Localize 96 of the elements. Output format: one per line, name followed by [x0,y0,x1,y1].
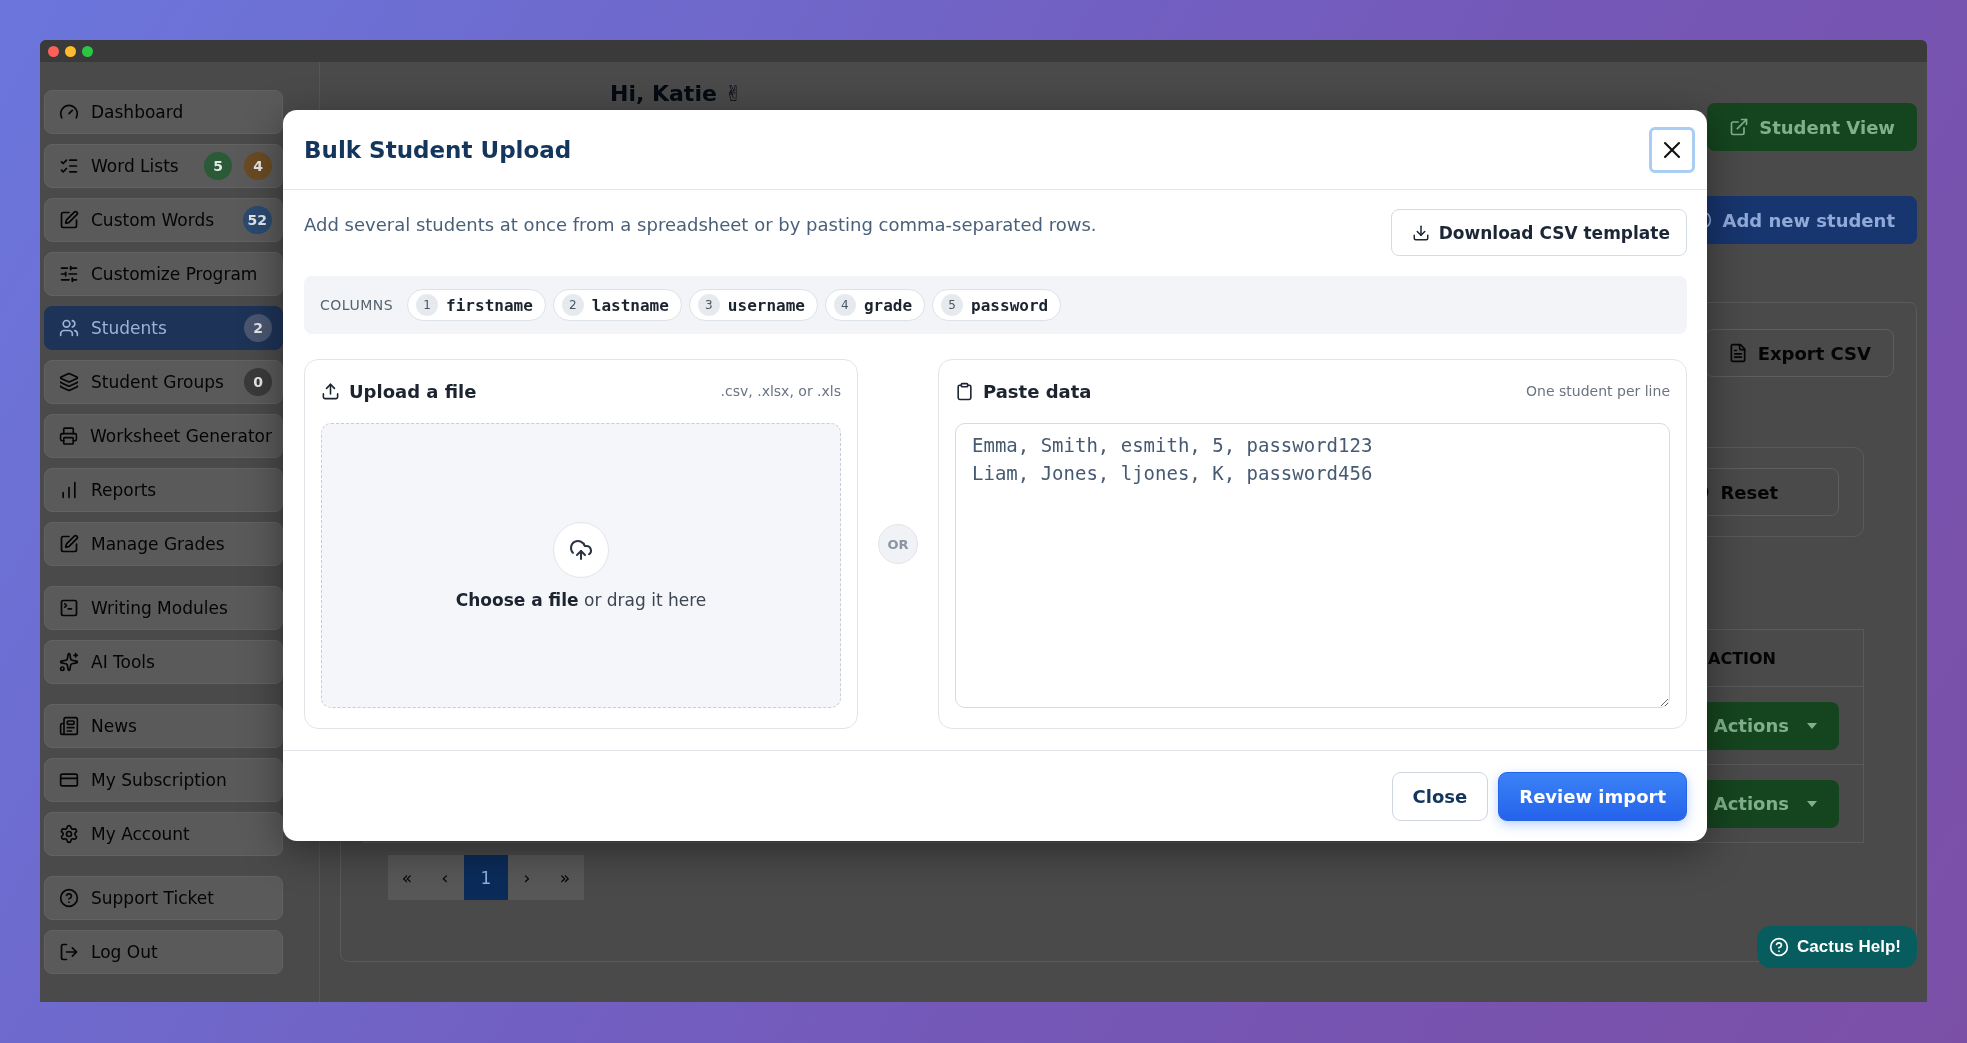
sidebar-label: Reports [91,480,158,500]
download-template-button[interactable]: Download CSV template [1390,209,1687,256]
sidebar-label: News [91,716,138,736]
sidebar-label: Writing Modules [91,598,229,618]
paste-hint: One student per line [1526,383,1670,399]
pencil-square-icon [59,534,79,554]
sidebar-item[interactable]: Students 2 [44,306,283,350]
count-badge: 2 [244,314,272,342]
list-icon [59,156,79,176]
count-badge: 4 [244,152,272,180]
count-badge: 52 [242,206,272,234]
sparkles-icon [59,652,79,672]
sidebar-item[interactable]: Reports [44,468,283,512]
page-button[interactable]: » [546,855,584,900]
column-number: 4 [833,294,856,316]
file-dropzone[interactable]: Choose a file or drag it here [321,423,841,708]
sidebar-label: Word Lists [91,156,180,176]
upload-icon [321,381,340,401]
users-icon [59,318,79,338]
column-name: firstname [446,295,533,315]
minimize-window-icon[interactable] [65,45,76,57]
column-name: username [727,295,805,315]
sidebar-label: AI Tools [91,652,156,672]
column-name: password [971,295,1049,315]
dropzone-prompt: Choose a file or drag it here [455,589,707,610]
layers-icon [59,372,79,392]
sidebar-item[interactable]: Word Lists 5 4 [44,144,283,188]
external-link-icon [1729,117,1750,137]
file-types-hint: .csv, .xlsx, or .xls [720,383,841,399]
clipboard-icon [955,381,974,401]
gauge-icon [59,102,79,122]
sidebar-label: Support Ticket [91,888,215,908]
dialog-description: Add several students at once from a spreadsheet or by pasting comma-separated rows. [304,214,1097,235]
sidebar-label: Worksheet Generator [90,426,272,446]
column-header: ACTION [1708,647,1777,670]
dialog-title: Bulk Student Upload [304,136,572,163]
sidebar-item[interactable]: News [44,704,283,748]
settings-icon [59,824,79,844]
pencil-square-icon [59,210,79,230]
sidebar-label: Log Out [91,942,159,962]
page-button[interactable]: 1 [464,855,508,900]
terminal-icon [59,598,79,618]
newspaper-icon [59,716,79,736]
sidebar-item[interactable]: My Subscription [44,758,283,802]
printer-icon [59,426,78,446]
close-window-icon[interactable] [48,45,59,57]
sidebar-label: Student Groups [91,372,225,392]
sidebar-item[interactable]: Manage Grades [44,522,283,566]
sidebar-item[interactable]: Log Out [44,930,283,974]
sidebar-item[interactable]: Support Ticket [44,876,283,920]
count-badge: 5 [204,152,232,180]
sidebar-label: Custom Words [91,210,216,230]
panel-title: Upload a file [349,380,477,402]
count-badge: 0 [244,368,272,396]
column-number: 2 [561,294,584,316]
student-view-button[interactable]: Student View [1707,103,1917,151]
help-button[interactable]: Cactus Help! [1757,926,1917,968]
page-button[interactable]: « [388,855,426,900]
panel-title: Paste data [983,380,1092,402]
sidebar-label: Customize Program [91,264,259,284]
column-name: lastname [591,295,669,315]
help-icon [1769,937,1790,957]
credit-card-icon [59,770,79,790]
sidebar-item[interactable]: My Account [44,812,283,856]
paste-field[interactable]: Emma, Smith, esmith, 5, password123 Liam, Jones, ljones, K, password456 [955,423,1670,708]
download-icon [1411,223,1430,242]
column-number: 3 [697,294,720,316]
sidebar-item[interactable]: Worksheet Generator [44,414,283,458]
sidebar-item[interactable]: Custom Words 52 [44,198,283,242]
page-button[interactable]: ‹ [426,855,464,900]
sidebar-label: My Subscription [91,770,228,790]
close-button[interactable] [1649,126,1695,173]
sidebar-item[interactable]: AI Tools [44,640,283,684]
close-dialog-button[interactable]: Close [1391,771,1489,821]
column-number: 1 [416,294,439,316]
page-button[interactable]: › [508,855,546,900]
review-import-button[interactable]: Review import [1498,771,1687,821]
sidebar-label: Dashboard [91,102,185,122]
sliders-icon [59,264,79,284]
sidebar-item[interactable]: Student Groups 0 [44,360,283,404]
sidebar-label: Students [91,318,168,338]
column-number: 5 [941,294,964,316]
greeting: Hi, Katie ✌ [610,82,743,106]
sidebar-label: Manage Grades [91,534,226,554]
caret-icon [1807,722,1817,729]
sidebar-item[interactable]: Dashboard [44,90,283,134]
column-name: grade [863,295,913,315]
sidebar-label: My Account [91,824,191,844]
bar-chart-icon [59,480,79,500]
help-icon [59,888,79,908]
caret-icon [1807,800,1817,807]
sidebar-item[interactable]: Writing Modules [44,586,283,630]
maximize-window-icon[interactable] [82,45,93,57]
columns-label: COLUMNS [320,297,394,313]
logout-icon [59,942,79,962]
sidebar-item[interactable]: Customize Program [44,252,283,296]
